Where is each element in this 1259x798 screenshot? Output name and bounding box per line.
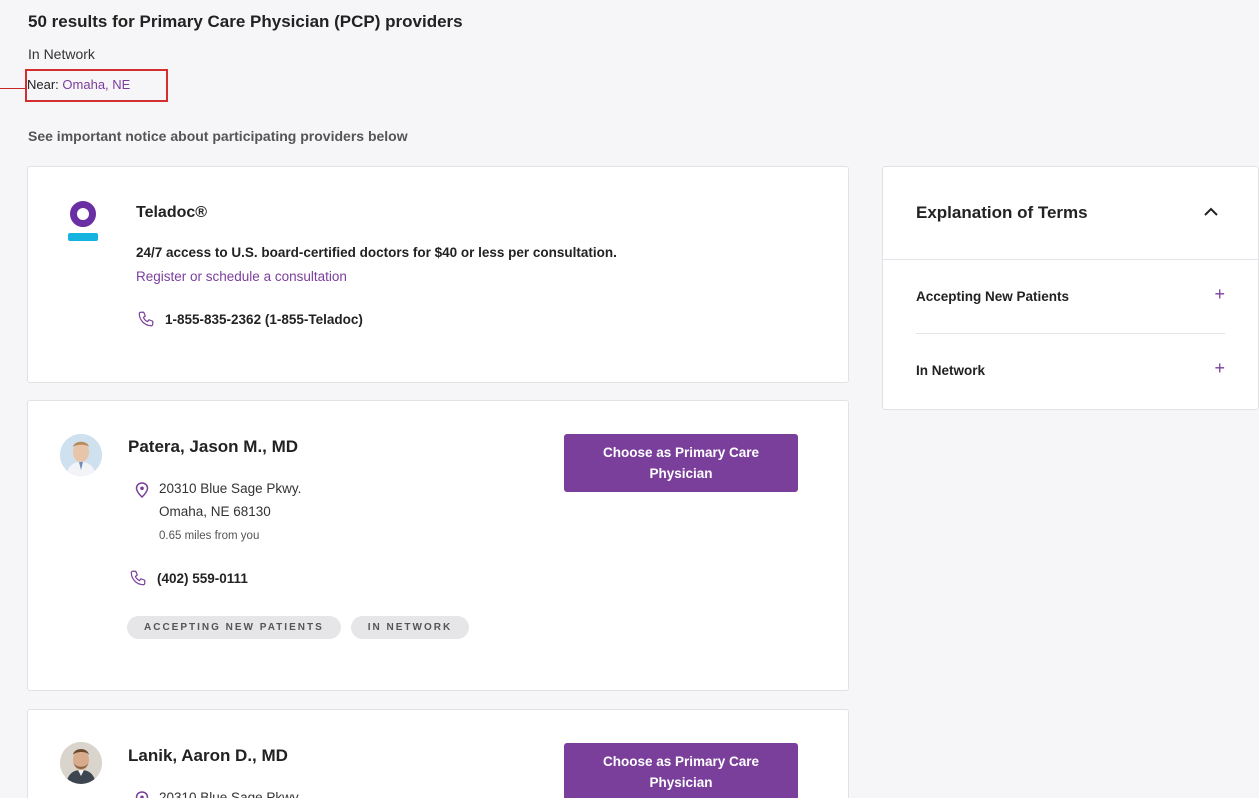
near-location-link[interactable]: Omaha, NE xyxy=(62,77,130,92)
teladoc-register-link[interactable]: Register or schedule a consultation xyxy=(136,269,347,284)
network-filter-label: In Network xyxy=(28,46,95,62)
results-title: 50 results for Primary Care Physician (P… xyxy=(28,12,463,31)
teladoc-logo xyxy=(68,201,98,243)
results-page: 50 results for Primary Care Physician (P… xyxy=(0,0,1259,798)
terms-title: Explanation of Terms xyxy=(916,203,1088,222)
provider-distance: 0.65 miles from you xyxy=(159,530,260,542)
provider-card: Patera, Jason M., MD 20310 Blue Sage Pkw… xyxy=(27,400,849,691)
teladoc-card: Teladoc® 24/7 access to U.S. board-certi… xyxy=(27,166,849,383)
phone-icon xyxy=(138,311,154,327)
teladoc-description: 24/7 access to U.S. board-certified doct… xyxy=(136,245,617,260)
provider-badges: ACCEPTING NEW PATIENTS IN NETWORK xyxy=(127,616,470,639)
term-in-network[interactable]: In Network + xyxy=(916,338,1225,408)
accepting-new-patients-badge: ACCEPTING NEW PATIENTS xyxy=(127,616,341,639)
teladoc-phone[interactable]: 1-855-835-2362 (1-855-Teladoc) xyxy=(137,310,363,328)
chevron-up-icon[interactable] xyxy=(1203,205,1219,217)
provider-phone[interactable]: (402) 559-0111 xyxy=(129,569,248,587)
phone-icon xyxy=(130,570,146,586)
plus-icon[interactable]: + xyxy=(1214,358,1225,379)
plus-icon[interactable]: + xyxy=(1214,284,1225,305)
near-location-highlight: Near: Omaha, NE xyxy=(25,69,168,102)
provider-name[interactable]: Lanik, Aaron D., MD xyxy=(128,746,288,766)
provider-address-line1: 20310 Blue Sage Pkwy. xyxy=(159,481,302,496)
provider-avatar xyxy=(60,434,102,476)
in-network-badge: IN NETWORK xyxy=(350,616,470,639)
terms-header[interactable]: Explanation of Terms xyxy=(883,167,1258,260)
explanation-of-terms-panel: Explanation of Terms Accepting New Patie… xyxy=(882,166,1259,410)
teladoc-name: Teladoc® xyxy=(136,204,208,221)
provider-address-line1: 20310 Blue Sage Pkwy. xyxy=(159,790,302,798)
near-label: Near: xyxy=(27,77,59,92)
provider-card: Lanik, Aaron D., MD 20310 Blue Sage Pkwy… xyxy=(27,709,849,798)
annotation-line xyxy=(0,88,25,89)
teladoc-phone-number: 1-855-835-2362 (1-855-Teladoc) xyxy=(165,311,363,327)
term-label: In Network xyxy=(916,363,986,378)
provider-phone-number: (402) 559-0111 xyxy=(157,570,248,586)
provider-name[interactable]: Patera, Jason M., MD xyxy=(128,437,298,457)
choose-pcp-button[interactable]: Choose as Primary Care Physician xyxy=(564,434,798,492)
location-pin-icon xyxy=(135,791,149,798)
choose-pcp-button[interactable]: Choose as Primary Care Physician xyxy=(564,743,798,798)
term-label: Accepting New Patients xyxy=(916,289,1070,304)
provider-avatar xyxy=(60,742,102,784)
participating-providers-notice: See important notice about participating… xyxy=(28,128,408,144)
term-accepting-new-patients[interactable]: Accepting New Patients + xyxy=(916,264,1225,334)
location-pin-icon xyxy=(135,482,149,498)
provider-address-line2: Omaha, NE 68130 xyxy=(159,504,271,519)
